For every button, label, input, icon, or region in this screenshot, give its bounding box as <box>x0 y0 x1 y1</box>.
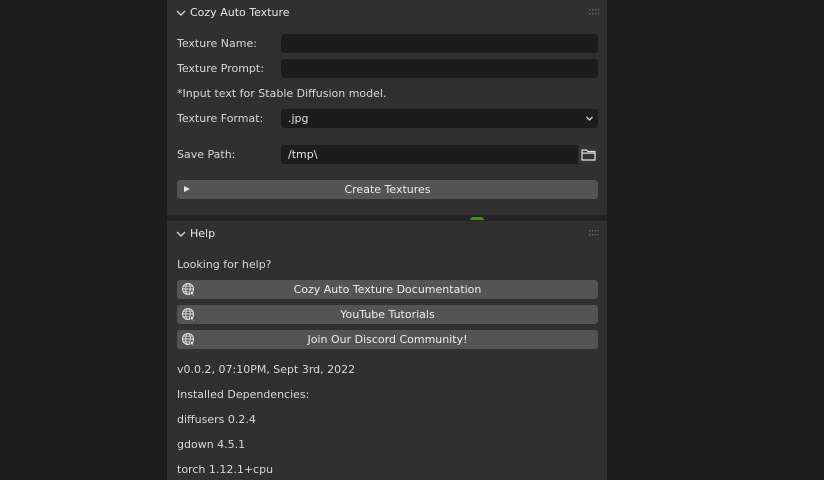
version-text: v0.0.2, 07:10PM, Sept 3rd, 2022 <box>177 363 356 376</box>
cozy-panel-title: Cozy Auto Texture <box>190 6 290 19</box>
create-textures-label: Create Textures <box>344 183 431 196</box>
grip-dots-icon[interactable] <box>589 9 599 15</box>
texture-name-label: Texture Name: <box>177 37 257 50</box>
dependency-item: diffusers 0.2.4 <box>177 413 256 426</box>
help-intro-text: Looking for help? <box>177 258 272 271</box>
accent-glow <box>470 217 484 220</box>
youtube-tutorials-button[interactable]: YouTube Tutorials <box>177 305 598 324</box>
create-textures-button[interactable]: Create Textures <box>177 180 598 199</box>
help-panel-header[interactable]: Help <box>167 221 607 247</box>
discord-community-button[interactable]: Join Our Discord Community! <box>177 330 598 349</box>
prompt-hint: *Input text for Stable Diffusion model. <box>177 87 387 100</box>
folder-icon <box>581 149 596 161</box>
texture-format-dropdown[interactable]: .jpg <box>281 109 598 128</box>
dependencies-heading: Installed Dependencies: <box>177 388 310 401</box>
browse-folder-button[interactable] <box>579 145 598 164</box>
chevron-down-icon[interactable] <box>175 228 187 240</box>
documentation-link-button[interactable]: Cozy Auto Texture Documentation <box>177 280 598 299</box>
dependency-item: torch 1.12.1+cpu <box>177 463 274 476</box>
cozy-panel-header[interactable]: Cozy Auto Texture <box>167 0 607 26</box>
grip-dots-icon[interactable] <box>589 230 599 236</box>
discord-community-label: Join Our Discord Community! <box>307 333 468 346</box>
help-panel-title: Help <box>190 227 216 240</box>
texture-name-field[interactable] <box>281 34 598 53</box>
youtube-tutorials-label: YouTube Tutorials <box>340 308 435 321</box>
save-path-label: Save Path: <box>177 148 236 161</box>
dependency-item: gdown 4.5.1 <box>177 438 246 451</box>
texture-format-value: .jpg <box>288 112 309 125</box>
outer-background-right <box>607 0 824 480</box>
texture-prompt-field[interactable] <box>281 59 598 78</box>
chevron-down-icon <box>586 116 593 121</box>
texture-prompt-label: Texture Prompt: <box>177 62 264 75</box>
save-path-field[interactable]: /tmp\ <box>281 145 578 164</box>
documentation-link-label: Cozy Auto Texture Documentation <box>293 283 482 296</box>
outer-background-left <box>0 0 167 480</box>
texture-format-label: Texture Format: <box>177 112 264 125</box>
chevron-down-icon[interactable] <box>175 7 187 19</box>
